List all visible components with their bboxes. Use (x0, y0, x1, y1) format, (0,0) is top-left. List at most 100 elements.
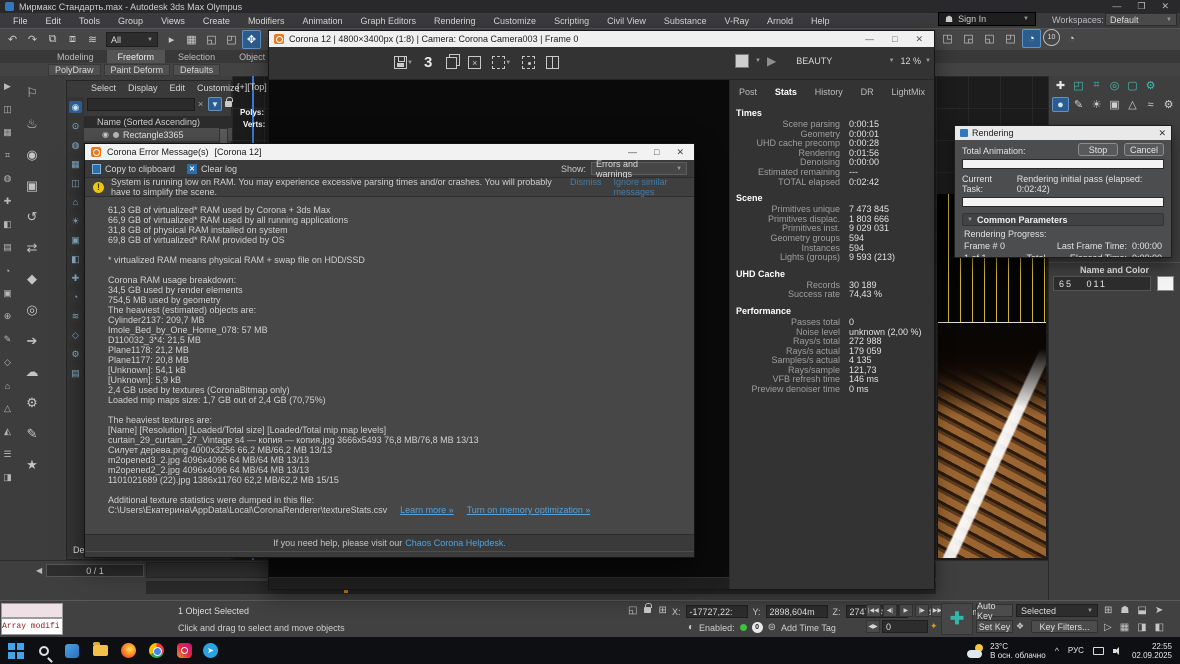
tab-freeform[interactable]: Freeform (107, 50, 166, 63)
tool-icon[interactable]: ⌂ (1, 379, 14, 392)
tool-icon[interactable]: ↺ (22, 208, 42, 226)
tool-icon[interactable]: ◆ (22, 270, 42, 288)
selection-filter-dropdown[interactable]: All ▼ (106, 32, 158, 47)
filter-icon[interactable]: ⌂ (69, 196, 82, 208)
stop-button[interactable]: Stop (1078, 143, 1118, 156)
close-icon[interactable]: ✕ (1158, 128, 1166, 139)
display-tab-icon[interactable]: ▢ (1124, 78, 1141, 93)
filter-icon[interactable]: ◍ (69, 139, 82, 151)
select-link-icon[interactable]: ⧉ (43, 30, 62, 49)
selection-lock-icon[interactable] (644, 605, 651, 616)
lock-icon[interactable] (225, 99, 232, 109)
memory-optimization-link[interactable]: Turn on memory optimization » (467, 505, 591, 515)
tool-icon[interactable]: ☁ (22, 363, 42, 381)
tab-post[interactable]: Post (739, 87, 757, 97)
tool-icon[interactable]: ★ (22, 456, 42, 474)
geometry-category-icon[interactable]: ● (1052, 97, 1069, 112)
rendering-dialog-titlebar[interactable]: Rendering ✕ (955, 126, 1171, 140)
ab-compare-icon[interactable] (546, 56, 559, 69)
key-icon[interactable]: ✦ (930, 621, 938, 632)
menu-item[interactable]: Animation (293, 16, 351, 26)
tool-icon[interactable]: ◇ (1, 356, 14, 369)
maximize-button[interactable]: □ (654, 147, 659, 158)
clear-vfb-icon[interactable]: × (468, 56, 481, 69)
menu-item[interactable]: Views (152, 16, 194, 26)
undo-levels-badge[interactable]: 10 (1043, 29, 1060, 46)
snap-toggle-icon[interactable]: ◳ (938, 29, 957, 48)
speaker-icon[interactable] (1113, 646, 1123, 656)
current-frame-field[interactable]: 0 (882, 620, 928, 633)
clear-log-button[interactable]: ✕ Clear log (187, 164, 237, 174)
hierarchy-tab-icon[interactable]: ⌗ (1088, 78, 1105, 93)
filters-paw-icon[interactable]: ❖ (1016, 621, 1024, 632)
window-crossing-icon[interactable]: ◰ (222, 30, 241, 49)
tool-icon[interactable]: ◨ (1, 471, 14, 484)
filter-icon[interactable]: ◔ (69, 291, 82, 303)
menu-item[interactable]: Group (109, 16, 152, 26)
workspace-dropdown[interactable]: Default ▼ (1105, 13, 1177, 26)
autogrid-clock-icon[interactable]: ◔ (1022, 29, 1041, 48)
shapes-category-icon[interactable]: ✎ (1070, 97, 1087, 112)
select-object-icon[interactable]: ▸ (162, 30, 181, 49)
search-input[interactable] (88, 99, 194, 110)
tool-icon[interactable]: ⚙ (22, 394, 42, 412)
filter-icon[interactable]: ◉ (69, 101, 82, 113)
motion-tab-icon[interactable]: ◎ (1106, 78, 1123, 93)
tool-icon[interactable]: ⊕ (1, 310, 14, 323)
systems-category-icon[interactable]: ⚙ (1160, 97, 1177, 112)
menu-item[interactable]: Arnold (758, 16, 802, 26)
create-key-button[interactable]: ✚ (941, 603, 973, 635)
taskbar-clock[interactable]: 22:55 02.09.2025 (1132, 642, 1172, 660)
tool-icon[interactable]: ⚐ (22, 84, 42, 102)
angle-snap-icon[interactable]: ◲ (959, 29, 978, 48)
explorer-search[interactable] (87, 98, 195, 111)
explorer-menu-item[interactable]: Edit (164, 83, 192, 93)
explorer-menu-item[interactable]: Select (85, 83, 122, 93)
maxscript-listener-top[interactable] (1, 603, 63, 618)
add-keys-icon[interactable]: ⊞ (1104, 605, 1112, 616)
dismiss-link[interactable]: Dismiss (570, 177, 602, 197)
tool-icon[interactable]: ▣ (1, 287, 14, 300)
filter-icon[interactable]: ▦ (69, 158, 82, 170)
menu-item[interactable]: Create (194, 16, 239, 26)
channel-dropdown[interactable]: BEAUTY ▼ (782, 56, 894, 66)
tool-icon[interactable]: ♨ (22, 115, 42, 133)
spacewarps-category-icon[interactable]: ≈ (1142, 97, 1159, 112)
orbit-icon[interactable]: ➤ (1155, 605, 1163, 616)
helpers-category-icon[interactable]: △ (1124, 97, 1141, 112)
filter-icon[interactable]: ☀ (69, 215, 82, 227)
zoom-extents-icon[interactable]: ◨ (1137, 622, 1146, 633)
menu-item[interactable]: Substance (655, 16, 716, 26)
save-image-icon[interactable]: ▼ (394, 56, 413, 69)
tool-icon[interactable]: ◭ (1, 425, 14, 438)
maxscript-mini-listener[interactable]: Array modifi (1, 618, 63, 635)
previous-frame-button[interactable]: ◀| (883, 604, 897, 617)
color-sample-swatch[interactable] (735, 54, 749, 68)
tool-icon[interactable]: ◔ (1, 264, 14, 277)
isolate-selection-icon[interactable]: ◱ (628, 605, 637, 616)
explorer-column-header[interactable]: Name (Sorted Ascending) (84, 116, 232, 128)
user-mode-icon[interactable]: ☗ (1120, 605, 1129, 616)
x-coordinate-field[interactable]: -17727,22: (686, 605, 748, 618)
tray-expand-chevron[interactable]: ^ (1055, 646, 1059, 656)
menu-item[interactable]: Scripting (545, 16, 598, 26)
move-tool-icon[interactable]: ✥ (242, 30, 261, 49)
pan-view-icon[interactable]: ⬓ (1137, 605, 1146, 616)
maximize-viewport-icon[interactable]: ◧ (1155, 622, 1164, 633)
tool-icon[interactable]: ✎ (1, 333, 14, 346)
clear-search-icon[interactable]: × (198, 99, 203, 109)
adaptive-degradation-icon[interactable]: ◐ (688, 622, 694, 633)
render-region-icon[interactable]: ▼ (492, 56, 511, 69)
tab-selection[interactable]: Selection (167, 50, 226, 63)
utilities-tab-icon[interactable]: ⚙ (1142, 78, 1159, 93)
filter-icon[interactable]: ◫ (69, 177, 82, 189)
go-to-start-button[interactable]: |◀◀ (866, 604, 881, 617)
tool-icon[interactable]: ☰ (1, 448, 14, 461)
filter-toggle-icon[interactable]: ▼ (208, 97, 222, 111)
spinner-left-arrow[interactable]: ◀ (36, 566, 42, 575)
selection-set-dropdown[interactable]: Selected ▼ (1016, 604, 1098, 617)
play-button[interactable]: ▶ (899, 604, 913, 617)
filter-icon[interactable]: ⚙ (69, 348, 82, 360)
lights-category-icon[interactable]: ☀ (1088, 97, 1105, 112)
menu-item[interactable]: Graph Editors (351, 16, 425, 26)
